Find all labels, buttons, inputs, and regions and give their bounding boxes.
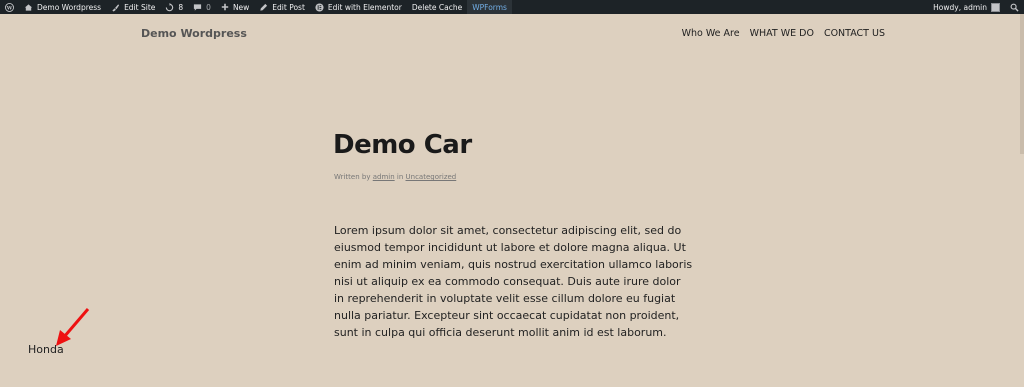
brush-icon <box>111 3 120 12</box>
honda-label: Honda <box>28 343 64 356</box>
comments-button[interactable]: 0 <box>188 0 216 14</box>
delete-cache-label: Delete Cache <box>411 2 463 12</box>
post-body: Lorem ipsum dolor sit amet, consectetur … <box>334 224 693 339</box>
post-meta-prefix: Written by <box>334 173 371 181</box>
site-title[interactable]: Demo Wordpress <box>141 27 247 40</box>
svg-text:W: W <box>6 5 13 11</box>
delete-cache-button[interactable]: Delete Cache <box>407 0 467 14</box>
edit-elementor-label: Edit with Elementor <box>327 2 402 12</box>
post-title: Demo Car <box>333 130 472 160</box>
nav-item-what-we-do[interactable]: WHAT WE DO <box>750 28 814 39</box>
comment-icon <box>193 3 202 12</box>
wpforms-button[interactable]: WPForms <box>467 0 512 14</box>
post-category-link[interactable]: Uncategorized <box>406 173 457 181</box>
wordpress-logo-icon[interactable]: W <box>0 0 19 14</box>
nav-item-contact-us[interactable]: CONTACT US <box>824 28 885 39</box>
new-content-button[interactable]: New <box>216 0 254 14</box>
edit-site-label: Edit Site <box>124 2 156 12</box>
howdy-label: Howdy, admin <box>933 2 987 12</box>
wpforms-label: WPForms <box>472 2 507 12</box>
refresh-icon <box>165 2 174 12</box>
updates-button[interactable]: 8 <box>160 0 188 14</box>
elementor-icon <box>315 2 324 12</box>
search-icon <box>1010 3 1019 12</box>
admin-search-button[interactable] <box>1005 0 1024 14</box>
account-menu[interactable]: Howdy, admin <box>928 0 1005 14</box>
plus-icon <box>221 3 229 11</box>
admin-bar: W Demo Wordpress Edit Site 8 0 New Edit … <box>0 0 1024 14</box>
primary-nav: Who We Are WHAT WE DO CONTACT US <box>682 28 885 39</box>
avatar <box>991 2 1000 12</box>
edit-site-button[interactable]: Edit Site <box>106 0 160 14</box>
updates-count: 8 <box>178 2 184 12</box>
admin-site-name-label: Demo Wordpress <box>37 2 102 12</box>
post-meta-in: in <box>396 173 404 181</box>
edit-post-button[interactable]: Edit Post <box>254 0 310 14</box>
pencil-icon <box>259 3 268 12</box>
post-meta: Written by admin in Uncategorized <box>334 173 456 181</box>
edit-elementor-button[interactable]: Edit with Elementor <box>310 0 407 14</box>
comments-count: 0 <box>206 2 211 12</box>
new-label: New <box>232 2 250 12</box>
home-icon <box>24 3 33 12</box>
post-author-link[interactable]: admin <box>373 173 395 181</box>
nav-item-who-we-are[interactable]: Who We Are <box>682 28 740 39</box>
edit-post-label: Edit Post <box>272 2 305 12</box>
admin-site-name[interactable]: Demo Wordpress <box>19 0 106 14</box>
scrollbar[interactable] <box>1020 14 1024 154</box>
